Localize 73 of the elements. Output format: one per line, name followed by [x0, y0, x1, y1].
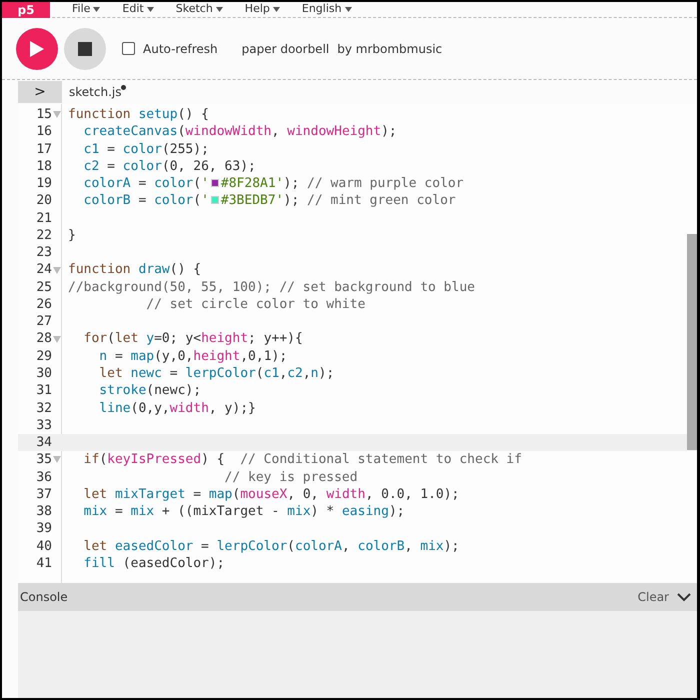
sketch-name: paper doorbell	[242, 40, 330, 58]
play-icon	[29, 40, 45, 58]
code-line: function setup() {	[67, 106, 209, 124]
code-line: //background(50, 55, 100); // set background to blue	[67, 278, 475, 296]
code-line: stroke(newc);	[98, 382, 202, 400]
line-number: 15	[35, 106, 52, 124]
code-line: }	[67, 226, 76, 244]
line-number: 37	[35, 486, 52, 504]
menu-item[interactable]: Help	[244, 1, 280, 18]
caret-icon	[344, 7, 352, 12]
code-line: colorB = color(' #3BEDB7'); // mint green color	[82, 192, 456, 210]
line-number: 26	[35, 296, 52, 314]
code-line: line(0,y,width, y);}	[98, 400, 256, 417]
logo[interactable]: p5	[2, 2, 50, 18]
line-number: 25	[35, 278, 52, 296]
line-number: 28	[35, 330, 52, 348]
caret-icon	[146, 7, 154, 12]
line-number: 18	[35, 158, 52, 176]
line-number: 21	[35, 210, 52, 227]
code-line: // set circle color to white	[145, 296, 366, 314]
code-line: colorA = color(' #8F28A1'); // warm purple color	[82, 175, 464, 192]
menu-item[interactable]: English	[302, 1, 352, 18]
menu-item[interactable]: Sketch	[176, 1, 223, 18]
code-line: mix = mix + ((mixTarget - mix) * easing);	[82, 503, 405, 520]
line-number: 20	[35, 192, 52, 210]
line-number: 32	[35, 400, 52, 417]
play-button[interactable]	[16, 28, 58, 70]
console-title: Console	[20, 589, 68, 606]
clear-button[interactable]: Clear	[638, 588, 669, 606]
caret-icon	[216, 7, 223, 12]
line-number: 27	[35, 313, 52, 330]
line-number: 39	[35, 520, 52, 538]
line-number: 23	[35, 244, 52, 262]
code-line: c2 = color(0, 26, 63);	[82, 158, 256, 176]
line-number: 17	[35, 140, 52, 158]
line-number: 30	[35, 364, 52, 382]
code-line: if(keyIsPressed) { // Conditional statement to check if	[82, 451, 522, 469]
caret-icon	[272, 7, 280, 12]
stop-button[interactable]	[64, 28, 106, 70]
menu-item[interactable]: File	[72, 1, 100, 18]
code-line: function draw() {	[67, 261, 202, 279]
chevron-down-icon[interactable]	[677, 592, 691, 602]
line-number: 35	[35, 451, 52, 469]
code-line: n = map(y,0,height,0,1);	[98, 348, 288, 365]
checkbox-label[interactable]: Auto-refresh	[143, 40, 218, 58]
line-number: 41	[35, 554, 52, 572]
line-number: 40	[35, 538, 52, 555]
caret-icon	[93, 7, 100, 12]
checkbox[interactable]	[122, 42, 135, 55]
code-line: c1 = color(255);	[82, 140, 209, 158]
menu-item[interactable]: Edit	[122, 1, 154, 18]
code-line: for(let y=0; y<height; y++){	[82, 330, 303, 348]
code-line: fill (easedColor);	[82, 554, 225, 572]
code-line: // key is pressed	[224, 468, 358, 486]
code-line: let newc = lerpColor(c1,c2,n);	[98, 364, 334, 382]
scrollbar-thumb[interactable]	[687, 234, 697, 450]
sidebar-toggle-button[interactable]: >	[18, 81, 62, 103]
file-tab[interactable]: sketch.js	[69, 83, 122, 101]
code-line: let mixTarget = map(mouseX, 0, width, 0.0, 1.0);	[82, 486, 460, 504]
line-number: 29	[35, 348, 52, 365]
code-line: let easedColor = lerpColor(colorA, colorB, mix);	[82, 538, 460, 555]
stop-icon	[78, 42, 92, 56]
line-number: 22	[35, 226, 52, 244]
line-number: 34	[35, 434, 52, 452]
line-number: 31	[35, 382, 52, 400]
line-number: 38	[35, 503, 52, 520]
line-number: 24	[35, 261, 52, 279]
author-link[interactable]: by mrbombmusic	[337, 40, 442, 58]
line-number: 33	[35, 416, 52, 434]
line-number: 16	[35, 123, 52, 141]
code-line: createCanvas(windowWidth, windowHeight);	[82, 123, 397, 141]
line-number: 36	[35, 468, 52, 486]
line-number: 19	[35, 175, 52, 192]
